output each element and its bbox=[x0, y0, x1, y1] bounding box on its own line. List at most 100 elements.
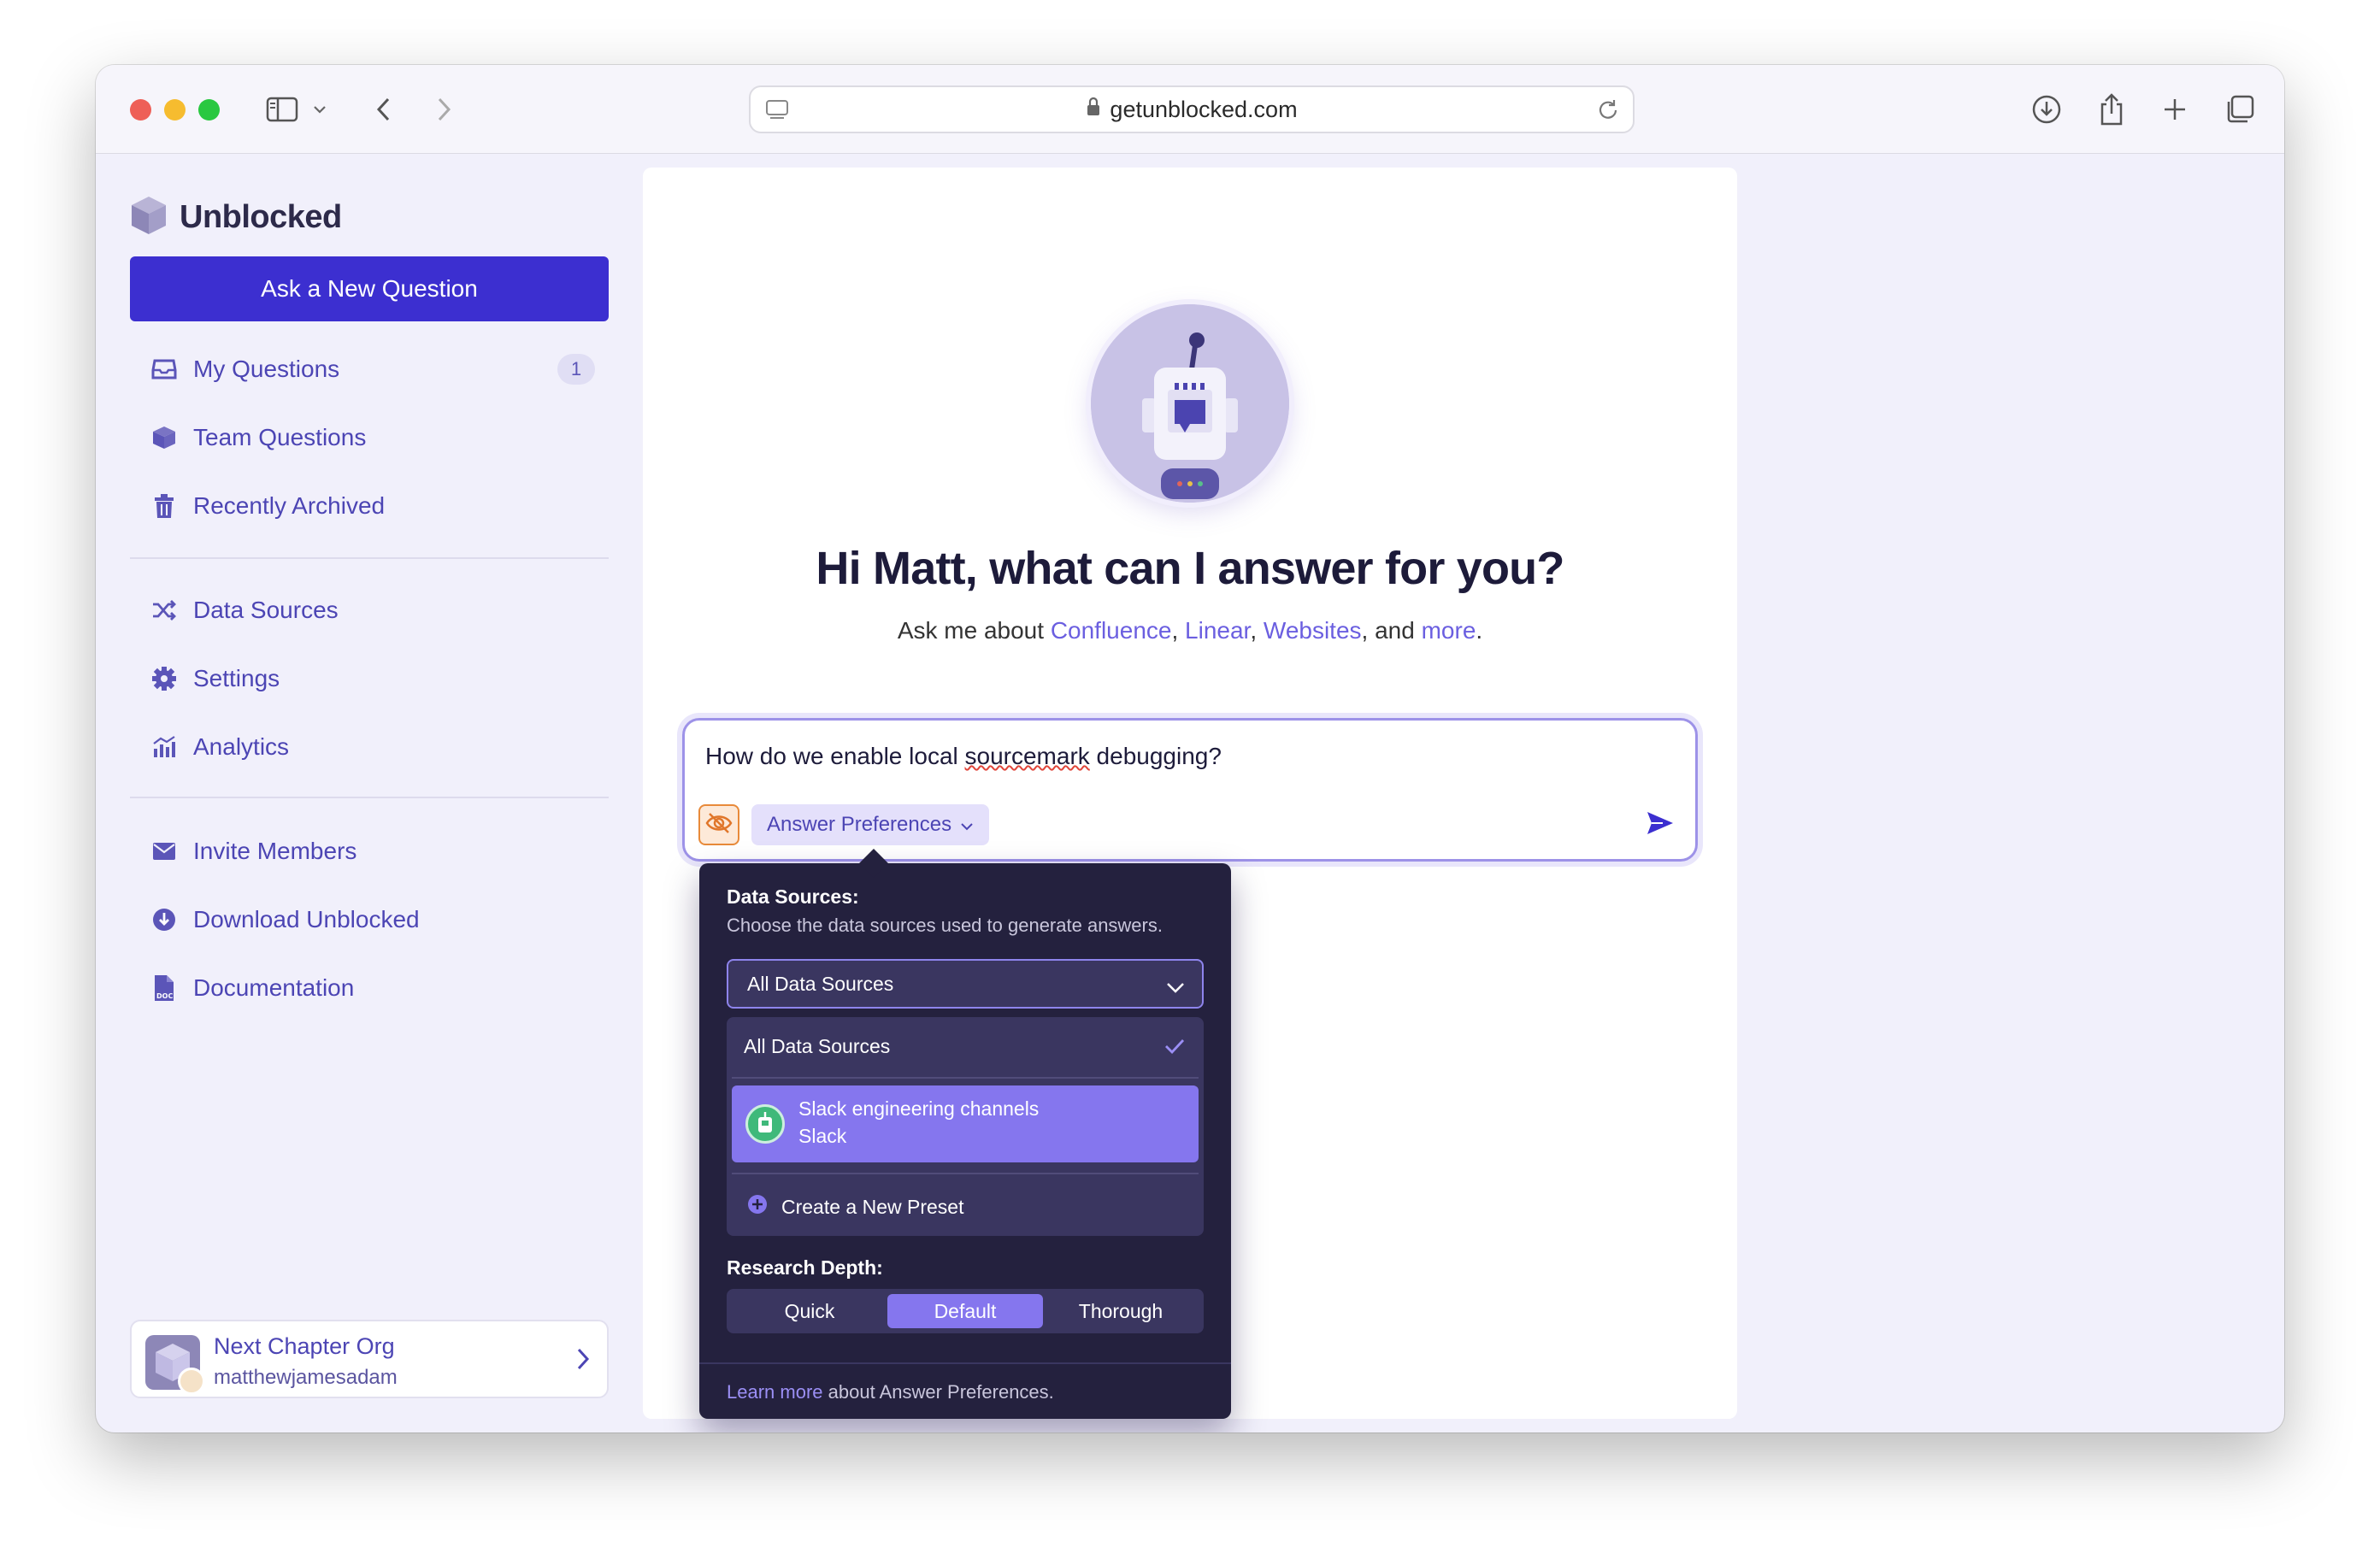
popover-divider bbox=[699, 1362, 1231, 1364]
tab-overview-icon[interactable] bbox=[2221, 91, 2259, 128]
close-window-button[interactable] bbox=[130, 99, 151, 121]
nav-label: Documentation bbox=[193, 974, 355, 1001]
option-label: All Data Sources bbox=[744, 1034, 891, 1057]
org-name: Next Chapter Org bbox=[214, 1333, 395, 1359]
dropdown-divider bbox=[732, 1173, 1199, 1174]
sidebar-toggle-icon[interactable] bbox=[263, 91, 301, 128]
org-switcher[interactable]: Next Chapter Org matthewjamesadam bbox=[130, 1320, 609, 1398]
nav-invite-members[interactable]: Invite Members bbox=[130, 826, 609, 877]
greeting-heading: Hi Matt, what can I answer for you? bbox=[816, 543, 1564, 594]
nav-label: Settings bbox=[193, 665, 280, 691]
option-slack-engineering[interactable]: Slack engineering channels Slack bbox=[732, 1085, 1199, 1162]
zoom-window-button[interactable] bbox=[198, 99, 220, 121]
robot-avatar-icon bbox=[1091, 304, 1289, 503]
question-input[interactable]: How do we enable local sourcemark debugg… bbox=[682, 718, 1698, 862]
nav-label: Data Sources bbox=[193, 597, 339, 623]
link-linear[interactable]: Linear bbox=[1185, 617, 1250, 644]
brand[interactable]: Unblocked bbox=[130, 195, 342, 240]
question-text[interactable]: How do we enable local sourcemark debugg… bbox=[705, 743, 1222, 770]
unblocked-logo-icon bbox=[130, 195, 168, 240]
shuffle-icon bbox=[147, 593, 181, 627]
new-tab-icon[interactable] bbox=[2156, 91, 2194, 128]
reload-icon[interactable] bbox=[1595, 97, 1621, 129]
mail-icon bbox=[147, 834, 181, 868]
nav-download-unblocked[interactable]: Download Unblocked bbox=[130, 894, 609, 945]
depth-option-quick[interactable]: Quick bbox=[732, 1294, 887, 1328]
nav-documentation[interactable]: DOC Documentation bbox=[130, 962, 609, 1014]
nav-label: Analytics bbox=[193, 733, 290, 760]
subtitle-end: . bbox=[1476, 617, 1483, 644]
answer-preferences-popover: Data Sources: Choose the data sources us… bbox=[699, 849, 1231, 1419]
send-button[interactable] bbox=[1646, 809, 1675, 841]
question-text-part: debugging? bbox=[1089, 743, 1222, 769]
browser-window: getunblocked.com Unblocked Ask a New Que… bbox=[96, 65, 2284, 1433]
share-icon[interactable] bbox=[2093, 91, 2130, 128]
sidebar: Unblocked Ask a New Question My Question… bbox=[96, 154, 643, 1433]
brand-name: Unblocked bbox=[180, 199, 342, 235]
nav-analytics[interactable]: Analytics bbox=[130, 721, 609, 773]
answer-preferences-label: Answer Preferences bbox=[767, 813, 952, 836]
depth-option-default[interactable]: Default bbox=[887, 1294, 1043, 1328]
user-avatar-icon bbox=[178, 1368, 205, 1395]
greeting-subtitle: Ask me about Confluence, Linear, Website… bbox=[643, 617, 1737, 644]
nav-label: My Questions bbox=[193, 356, 340, 382]
option-title: Slack engineering channels bbox=[798, 1097, 1040, 1120]
ask-new-question-button[interactable]: Ask a New Question bbox=[130, 256, 609, 321]
link-more[interactable]: more bbox=[1422, 617, 1476, 644]
chart-icon bbox=[147, 730, 181, 764]
trash-icon bbox=[147, 489, 181, 523]
nav-label: Invite Members bbox=[193, 838, 357, 864]
research-depth-heading: Research Depth: bbox=[727, 1256, 883, 1279]
plus-circle-icon bbox=[747, 1194, 768, 1220]
nav-team-questions[interactable]: Team Questions bbox=[130, 412, 609, 463]
downloads-icon[interactable] bbox=[2028, 91, 2065, 128]
back-icon[interactable] bbox=[368, 91, 398, 128]
count-badge: 1 bbox=[557, 354, 595, 385]
research-depth-control: Quick Default Thorough bbox=[727, 1289, 1204, 1333]
link-confluence[interactable]: Confluence bbox=[1051, 617, 1172, 644]
doc-icon: DOC bbox=[147, 971, 181, 1005]
nav-label: Recently Archived bbox=[193, 492, 386, 519]
send-icon bbox=[1646, 812, 1675, 840]
footer-text: about Answer Preferences. bbox=[822, 1381, 1054, 1403]
sidebar-divider bbox=[130, 557, 609, 559]
download-icon bbox=[147, 903, 181, 937]
subtitle-text: Ask me about bbox=[897, 617, 1051, 644]
option-label: Create a New Preset bbox=[781, 1195, 964, 1218]
page-menu-icon[interactable] bbox=[764, 97, 790, 129]
learn-more-link[interactable]: Learn more bbox=[727, 1381, 823, 1403]
misspelled-word: sourcemark bbox=[964, 743, 1090, 769]
chevron-down-icon bbox=[960, 813, 974, 837]
chevron-right-icon bbox=[576, 1347, 590, 1375]
sidebar-divider bbox=[130, 797, 609, 798]
org-username: matthewjamesadam bbox=[214, 1366, 398, 1389]
data-sources-select[interactable]: All Data Sources bbox=[727, 959, 1204, 1009]
selected-value: All Data Sources bbox=[747, 972, 894, 995]
browser-toolbar: getunblocked.com bbox=[96, 65, 2284, 154]
nav-my-questions[interactable]: My Questions 1 bbox=[130, 344, 609, 395]
dropdown-divider bbox=[732, 1077, 1199, 1079]
nav-data-sources[interactable]: Data Sources bbox=[130, 585, 609, 636]
cube-icon bbox=[147, 421, 181, 455]
subtitle-separator: , bbox=[1171, 617, 1186, 644]
option-all-data-sources[interactable]: All Data Sources bbox=[727, 1017, 1204, 1075]
visibility-toggle-button[interactable] bbox=[698, 804, 739, 845]
eye-off-icon bbox=[705, 812, 733, 838]
create-new-preset-option[interactable]: Create a New Preset bbox=[727, 1185, 1204, 1229]
answer-preferences-button[interactable]: Answer Preferences bbox=[751, 804, 990, 845]
data-sources-heading: Data Sources: bbox=[727, 885, 859, 908]
nav-settings[interactable]: Settings bbox=[130, 653, 609, 704]
nav-recently-archived[interactable]: Recently Archived bbox=[130, 480, 609, 532]
inbox-icon bbox=[147, 352, 181, 386]
subtitle-separator: , bbox=[1250, 617, 1264, 644]
popover-footer: Learn more about Answer Preferences. bbox=[727, 1381, 1054, 1403]
gear-icon bbox=[147, 662, 181, 696]
chevron-down-icon[interactable] bbox=[309, 91, 330, 128]
depth-option-thorough[interactable]: Thorough bbox=[1043, 1294, 1199, 1328]
slack-source-icon bbox=[745, 1104, 785, 1144]
link-websites[interactable]: Websites bbox=[1264, 617, 1362, 644]
minimize-window-button[interactable] bbox=[164, 99, 186, 121]
data-sources-dropdown: All Data Sources Slack engineering chann… bbox=[727, 1017, 1204, 1236]
forward-icon[interactable] bbox=[429, 91, 460, 128]
address-bar[interactable]: getunblocked.com bbox=[749, 85, 1635, 133]
